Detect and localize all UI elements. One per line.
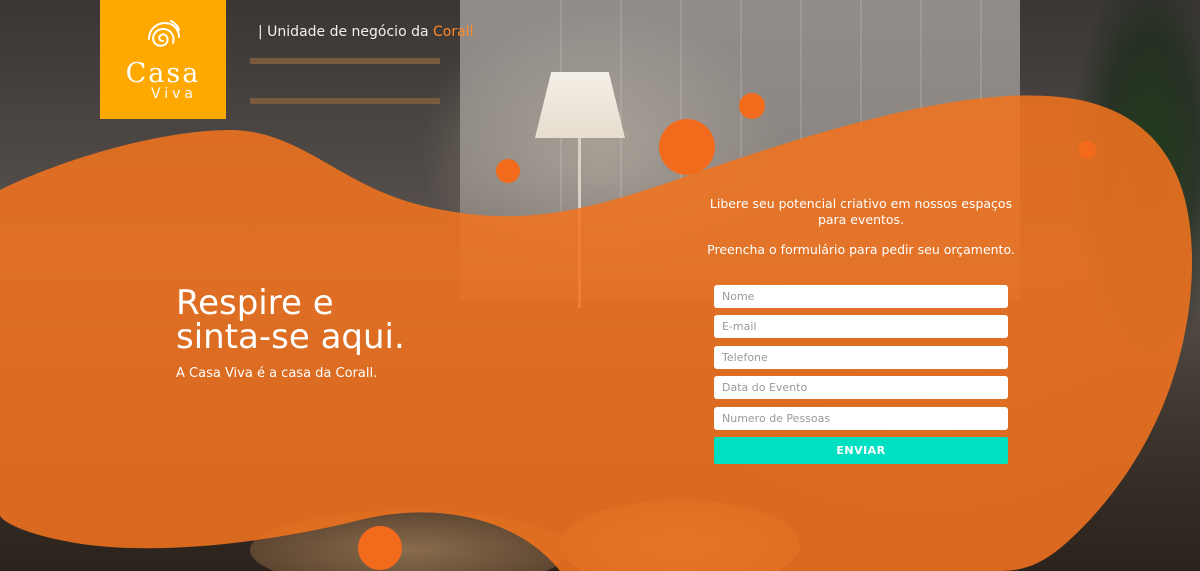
hero-subtitle: A Casa Viva é a casa da Corall. — [176, 366, 378, 381]
tagline-brand-link[interactable]: Corall — [433, 24, 473, 40]
orange-bubble — [1078, 141, 1096, 159]
number-of-people-field[interactable] — [714, 406, 1008, 430]
submit-button[interactable]: ENVIAR — [714, 436, 1008, 464]
form-intro-line2: Preencha o formulário para pedir seu orç… — [707, 242, 1015, 257]
form-intro: Libere seu potencial criativo em nossos … — [700, 196, 1022, 258]
form-intro-line1: Libere seu potencial criativo em nossos … — [709, 196, 1013, 227]
business-unit-tagline: | Unidade de negócio da Corall — [258, 24, 473, 40]
orange-bubble — [659, 119, 715, 175]
tagline-prefix: | Unidade de negócio da — [258, 24, 433, 40]
hero-title: Respire e sinta-se aqui. — [176, 286, 405, 354]
quote-request-form: ENVIAR — [714, 285, 1008, 464]
logo-text-viva: Viva — [150, 85, 198, 102]
orange-bubble — [739, 93, 765, 119]
email-field[interactable] — [714, 315, 1008, 339]
event-date-field[interactable] — [714, 376, 1008, 400]
name-field[interactable] — [714, 285, 1008, 308]
hero-title-line2: sinta-se aqui. — [176, 317, 405, 357]
phone-field[interactable] — [714, 345, 1008, 369]
swirl-icon — [148, 19, 180, 47]
orange-bubble — [358, 526, 402, 570]
logo-text-casa: Casa — [125, 57, 201, 89]
casa-viva-logo[interactable]: Casa Viva — [100, 0, 226, 119]
orange-bubble — [496, 159, 520, 183]
